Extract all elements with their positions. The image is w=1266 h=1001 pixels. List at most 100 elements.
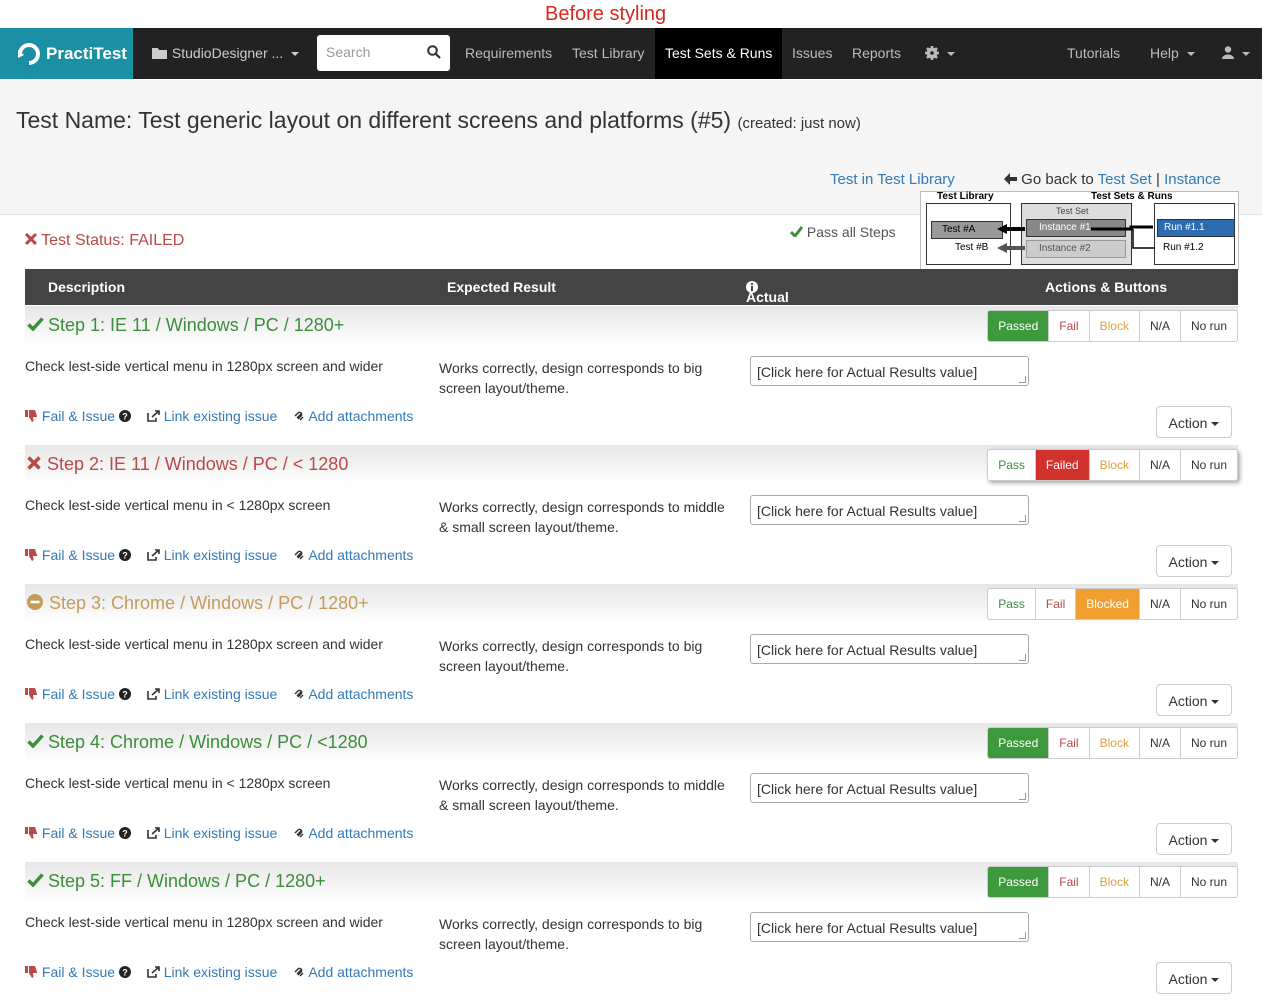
block-button[interactable]: Block: [1088, 728, 1139, 758]
nav-test-sets-runs[interactable]: Test Sets & Runs: [655, 28, 783, 79]
link-existing-issue[interactable]: Link existing issue: [147, 686, 281, 702]
help-circle-icon[interactable]: ?: [118, 409, 131, 422]
fail-issue-label: Fail & Issue: [41, 547, 116, 563]
na-button[interactable]: N/A: [1138, 450, 1180, 480]
step-expected-result: Works correctly, design corresponds to m…: [439, 777, 725, 813]
add-attachments-link[interactable]: Add attachments: [293, 686, 413, 702]
action-dropdown-button[interactable]: Action: [1156, 545, 1232, 577]
pass-button[interactable]: Pass: [988, 450, 1035, 480]
step-links: Fail & Issue ? Link existing issue Add a…: [25, 964, 425, 980]
fail-issue-label: Fail & Issue: [41, 964, 116, 980]
pass-button[interactable]: Passed: [988, 311, 1049, 341]
no-run-button[interactable]: No run: [1179, 728, 1237, 758]
action-dropdown-button[interactable]: Action: [1156, 684, 1232, 716]
step-title-text: Step 5: FF / Windows / PC / 1280+: [48, 871, 326, 891]
nav-reports[interactable]: Reports: [852, 28, 901, 79]
no-run-button[interactable]: No run: [1179, 589, 1237, 619]
thumbs-down-icon: [25, 409, 37, 422]
block-button[interactable]: Blocked: [1075, 589, 1139, 619]
banner-text: Before styling: [545, 3, 667, 25]
no-run-button[interactable]: No run: [1179, 450, 1237, 480]
nav-requirements[interactable]: Requirements: [465, 28, 552, 79]
actual-result-field[interactable]: [Click here for Actual Results value]: [750, 773, 1029, 803]
fail-issue-link[interactable]: Fail & Issue ?: [25, 964, 135, 980]
step-title: Step 3: Chrome / Windows / PC / 1280+: [27, 593, 369, 614]
actual-result-field[interactable]: [Click here for Actual Results value]: [750, 356, 1029, 386]
link-separator: |: [1156, 171, 1160, 188]
link-existing-issue[interactable]: Link existing issue: [147, 408, 281, 424]
action-label: Action: [1168, 971, 1208, 987]
block-button[interactable]: Block: [1088, 450, 1139, 480]
no-run-button[interactable]: No run: [1179, 867, 1237, 897]
step-header: Step 2: IE 11 / Windows / PC / < 1280 Pa…: [25, 445, 1238, 483]
x-icon: [27, 456, 41, 470]
add-attachments-link[interactable]: Add attachments: [293, 547, 413, 563]
step-title: Step 2: IE 11 / Windows / PC / < 1280: [27, 454, 348, 475]
svg-text:?: ?: [122, 411, 128, 421]
settings-dropdown[interactable]: [925, 28, 955, 79]
help-circle-icon[interactable]: ?: [118, 687, 131, 700]
user-menu[interactable]: [1222, 28, 1250, 79]
link-existing-issue[interactable]: Link existing issue: [147, 964, 281, 980]
fail-issue-link[interactable]: Fail & Issue ?: [25, 408, 135, 424]
fail-button[interactable]: Failed: [1034, 450, 1089, 480]
test-in-library-link[interactable]: Test in Test Library: [830, 171, 955, 188]
fail-issue-link[interactable]: Fail & Issue ?: [25, 547, 135, 563]
help-circle-icon[interactable]: ?: [118, 826, 131, 839]
fail-button[interactable]: Fail: [1048, 311, 1088, 341]
test-set-link[interactable]: Test Set: [1098, 171, 1152, 188]
na-button[interactable]: N/A: [1138, 867, 1180, 897]
svg-text:?: ?: [122, 689, 128, 699]
block-button[interactable]: Block: [1088, 867, 1139, 897]
search-input[interactable]: [324, 43, 428, 61]
actual-result-field[interactable]: [Click here for Actual Results value]: [750, 912, 1029, 942]
pass-all-steps-button[interactable]: Pass all Steps: [790, 224, 896, 240]
pass-button[interactable]: Passed: [988, 728, 1049, 758]
help-circle-icon[interactable]: ?: [118, 548, 131, 561]
pass-button[interactable]: Pass: [988, 589, 1035, 619]
fail-issue-link[interactable]: Fail & Issue ?: [25, 686, 135, 702]
na-button[interactable]: N/A: [1138, 589, 1180, 619]
block-button[interactable]: Block: [1088, 311, 1139, 341]
actual-result-field[interactable]: [Click here for Actual Results value]: [750, 495, 1029, 525]
step-row: Step 2: IE 11 / Windows / PC / < 1280 Pa…: [25, 445, 1238, 584]
step-links: Fail & Issue ? Link existing issue Add a…: [25, 547, 425, 563]
help-dropdown[interactable]: Help: [1150, 28, 1195, 79]
fail-button[interactable]: Fail: [1034, 589, 1075, 619]
fail-button[interactable]: Fail: [1048, 728, 1088, 758]
paperclip-icon: [294, 828, 304, 838]
add-attachments-link[interactable]: Add attachments: [293, 408, 413, 424]
step-status-buttons: Pass Fail Blocked N/A No run: [987, 588, 1238, 620]
action-dropdown-button[interactable]: Action: [1156, 406, 1232, 438]
check-icon: [27, 873, 44, 888]
pass-button[interactable]: Passed: [988, 867, 1049, 897]
add-attachments-link[interactable]: Add attachments: [293, 825, 413, 841]
link-existing-issue[interactable]: Link existing issue: [147, 547, 281, 563]
na-button[interactable]: N/A: [1138, 311, 1180, 341]
link-issue-label: Link existing issue: [163, 686, 278, 702]
action-dropdown-button[interactable]: Action: [1156, 823, 1232, 855]
search-icon[interactable]: [427, 45, 441, 59]
nav-tutorials[interactable]: Tutorials: [1067, 28, 1120, 79]
column-expected: Expected Result: [447, 279, 556, 295]
practitest-logo[interactable]: PractiTest: [0, 28, 133, 79]
project-dropdown[interactable]: StudioDesigner ...: [152, 28, 300, 79]
actual-result-field[interactable]: [Click here for Actual Results value]: [750, 634, 1029, 664]
help-circle-icon[interactable]: ?: [118, 965, 131, 978]
nav-issues[interactable]: Issues: [792, 28, 832, 79]
add-attachments-link[interactable]: Add attachments: [293, 964, 413, 980]
external-link-icon: [147, 826, 160, 839]
fail-button[interactable]: Fail: [1048, 867, 1088, 897]
link-existing-issue[interactable]: Link existing issue: [147, 825, 281, 841]
nav-test-library[interactable]: Test Library: [572, 28, 644, 79]
fail-issue-link[interactable]: Fail & Issue ?: [25, 825, 135, 841]
action-dropdown-button[interactable]: Action: [1156, 962, 1232, 994]
no-run-button[interactable]: No run: [1179, 311, 1237, 341]
instance-link[interactable]: Instance: [1164, 171, 1221, 188]
diagram-arrows: [997, 224, 1155, 253]
na-button[interactable]: N/A: [1138, 728, 1180, 758]
step-header: Step 1: IE 11 / Windows / PC / 1280+ Pas…: [25, 306, 1238, 344]
created-note: (created: just now): [737, 115, 861, 132]
chevron-down-icon: [1211, 839, 1220, 844]
hierarchy-diagram: Test Library Test Sets & Runs Test Set T…: [920, 191, 1239, 270]
